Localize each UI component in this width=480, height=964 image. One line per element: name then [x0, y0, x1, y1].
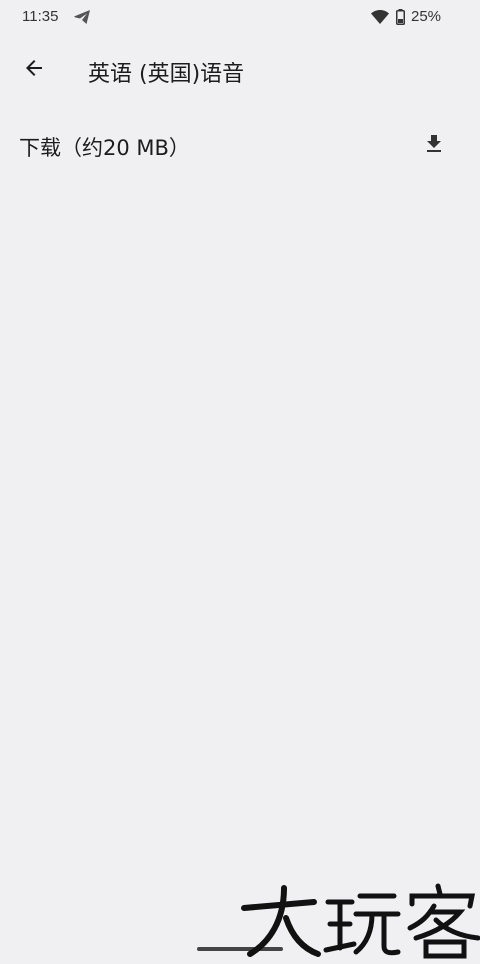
download-voice-item[interactable]: 下载（约20 MB） [0, 118, 480, 174]
battery-percentage: 25% [411, 8, 442, 25]
watermark-logo [240, 880, 480, 960]
app-bar: 英语 (英国)语音 [0, 44, 480, 96]
download-label: 下载（约20 MB） [19, 136, 190, 160]
download-button[interactable] [416, 128, 452, 164]
arrow-left-icon [22, 56, 46, 84]
status-bar: 11:35 25% [0, 0, 480, 34]
wifi-icon [371, 9, 389, 24]
battery-icon [396, 9, 405, 25]
download-icon [422, 132, 446, 160]
back-button[interactable] [14, 50, 54, 90]
page-title: 英语 (英国)语音 [88, 62, 245, 87]
status-time: 11:35 [22, 8, 59, 25]
telegram-icon [73, 9, 91, 25]
